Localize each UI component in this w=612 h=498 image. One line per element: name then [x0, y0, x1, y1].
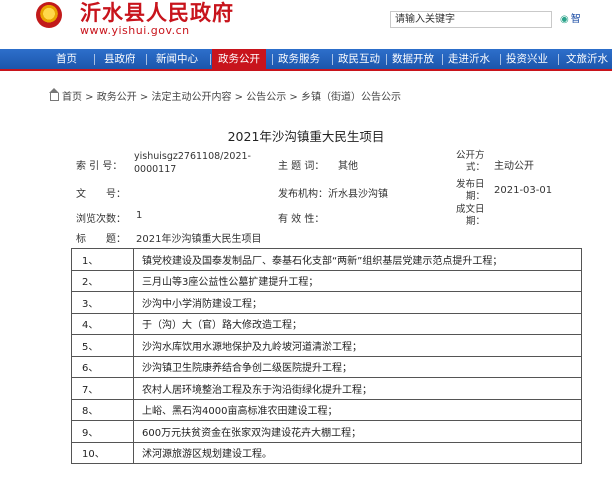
search-input[interactable]: 请输入关键字	[390, 11, 552, 28]
nav-item-investment[interactable]: 投资兴业	[500, 49, 554, 69]
table-row: 9、 600万元扶贫资金在张家双沟建设花卉大棚工程；	[71, 420, 582, 443]
table-row: 3、 沙沟中小学消防建设工程；	[71, 291, 582, 314]
row-number: 10、	[71, 441, 134, 464]
validity-label: 有 效 性：	[278, 214, 325, 225]
views-label: 浏览次数：	[76, 214, 126, 225]
row-number: 3、	[71, 291, 134, 314]
row-text: 沙沟水库饮用水源地保护及九岭坡河道清淤工程；	[133, 334, 582, 357]
row-text: 农村人居环境整治工程及东于沟沿街绿化提升工程；	[133, 377, 582, 400]
row-text: 沭河源旅游区规划建设工程。	[133, 441, 582, 464]
row-text: 沙沟镇卫生院康养结合争创二级医院提升工程；	[133, 355, 582, 378]
heading-label: 标 题：	[76, 234, 126, 245]
date-label-line2: 期：	[466, 191, 486, 202]
subject-value: 其他	[338, 161, 358, 172]
subject-label: 主 题 词：	[278, 161, 325, 172]
search-button-label: 智	[570, 14, 581, 25]
nav-item-about[interactable]: 走进沂水	[442, 49, 496, 69]
breadcrumb-text[interactable]: 首页 > 政务公开 > 法定主动公开内容 > 公告公示 > 乡镇（街道）公告公示	[62, 92, 401, 103]
row-text: 三月山等3座公益性公墓扩建提升工程；	[133, 269, 582, 292]
date-label-line1: 发布日	[456, 179, 485, 190]
publisher-label: 发布机构：	[278, 189, 328, 200]
nav-item-interaction[interactable]: 政民互动	[332, 49, 386, 69]
table-row: 2、 三月山等3座公益性公墓扩建提升工程；	[71, 269, 582, 292]
breadcrumb: 首页 > 政务公开 > 法定主动公开内容 > 公告公示 > 乡镇（街道）公告公示	[49, 88, 401, 103]
index-value-line2: 0000117	[134, 164, 177, 175]
site-title[interactable]: 沂水县人民政府	[80, 0, 234, 26]
table-row: 6、 沙沟镇卫生院康养结合争创二级医院提升工程；	[71, 355, 582, 378]
nav-divider	[146, 54, 147, 65]
table-row: 10、 沭河源旅游区规划建设工程。	[71, 441, 582, 464]
row-number: 7、	[71, 377, 134, 400]
heading-value: 2021年沙沟镇重大民生项目	[136, 234, 262, 245]
row-number: 5、	[71, 334, 134, 357]
site-header: 沂水县人民政府 www.yishui.gov.cn 请输入关键字 ◉ 智	[0, 0, 612, 44]
nav-item-news[interactable]: 新闻中心	[150, 49, 204, 69]
table-row: 5、 沙沟水库饮用水源地保护及九岭坡河道清淤工程；	[71, 334, 582, 357]
table-row: 4、 于（沟）大（官）路大修改造工程；	[71, 312, 582, 335]
nav-item-tourism[interactable]: 文旅沂水	[560, 49, 612, 69]
nav-item-government[interactable]: 县政府	[98, 49, 142, 69]
search-button[interactable]: ◉ 智	[560, 11, 612, 28]
public-label-line2: 式：	[466, 162, 486, 173]
row-number: 1、	[71, 248, 134, 271]
nav-item-home[interactable]: 首页	[50, 49, 83, 69]
main-nav: 首页 县政府 新闻中心 政务公开 政务服务 政民互动 数据开放 走进沂水 投资兴…	[0, 49, 612, 71]
nav-divider	[558, 54, 559, 65]
created-label-line2: 期：	[466, 216, 486, 227]
public-label-line1: 公开方	[456, 150, 485, 161]
publisher-value: 沂水县沙沟镇	[328, 189, 388, 200]
index-value-line1: yishuisgz2761108/2021-	[134, 151, 251, 162]
row-text: 上峪、黑石沟4000亩高标准农田建设工程；	[133, 398, 582, 421]
row-text: 镇党校建设及国泰发制品厂、泰基石化支部“两新”组织基层党建示范点提升工程；	[133, 248, 582, 271]
row-text: 600万元扶贫资金在张家双沟建设花卉大棚工程；	[133, 420, 582, 443]
index-label: 索 引 号：	[76, 161, 123, 172]
national-emblem-icon	[36, 2, 62, 28]
page-title: 2021年沙沟镇重大民生项目	[227, 129, 385, 144]
row-text: 于（沟）大（官）路大修改造工程；	[133, 312, 582, 335]
table-row: 7、 农村人居环境整治工程及东于沟沿街绿化提升工程；	[71, 377, 582, 400]
row-number: 4、	[71, 312, 134, 335]
row-number: 2、	[71, 269, 134, 292]
row-number: 9、	[71, 420, 134, 443]
row-number: 8、	[71, 398, 134, 421]
table-row: 1、 镇党校建设及国泰发制品厂、泰基石化支部“两新”组织基层党建示范点提升工程；	[71, 248, 582, 271]
nav-divider	[210, 54, 211, 65]
search-icon: ◉	[560, 14, 569, 25]
nav-item-open-data[interactable]: 数据开放	[386, 49, 440, 69]
doc-number-label: 文 号：	[76, 189, 126, 200]
views-value: 1	[136, 210, 143, 221]
date-value: 2021-03-01	[494, 185, 553, 196]
public-value: 主动公开	[494, 161, 534, 172]
nav-divider	[94, 54, 95, 65]
created-label-line1: 成文日	[456, 204, 485, 215]
table-row: 8、 上峪、黑石沟4000亩高标准农田建设工程；	[71, 398, 582, 421]
home-icon	[49, 88, 59, 101]
project-table: 1、 镇党校建设及国泰发制品厂、泰基石化支部“两新”组织基层党建示范点提升工程； …	[71, 248, 582, 464]
meta-info: 索 引 号： yishuisgz2761108/2021- 0000117 主 …	[72, 148, 582, 245]
row-number: 6、	[71, 355, 134, 378]
nav-item-services[interactable]: 政务服务	[272, 49, 326, 69]
row-text: 沙沟中小学消防建设工程；	[133, 291, 582, 314]
nav-item-gov-affairs[interactable]: 政务公开	[212, 49, 266, 69]
site-url: www.yishui.gov.cn	[80, 24, 190, 37]
